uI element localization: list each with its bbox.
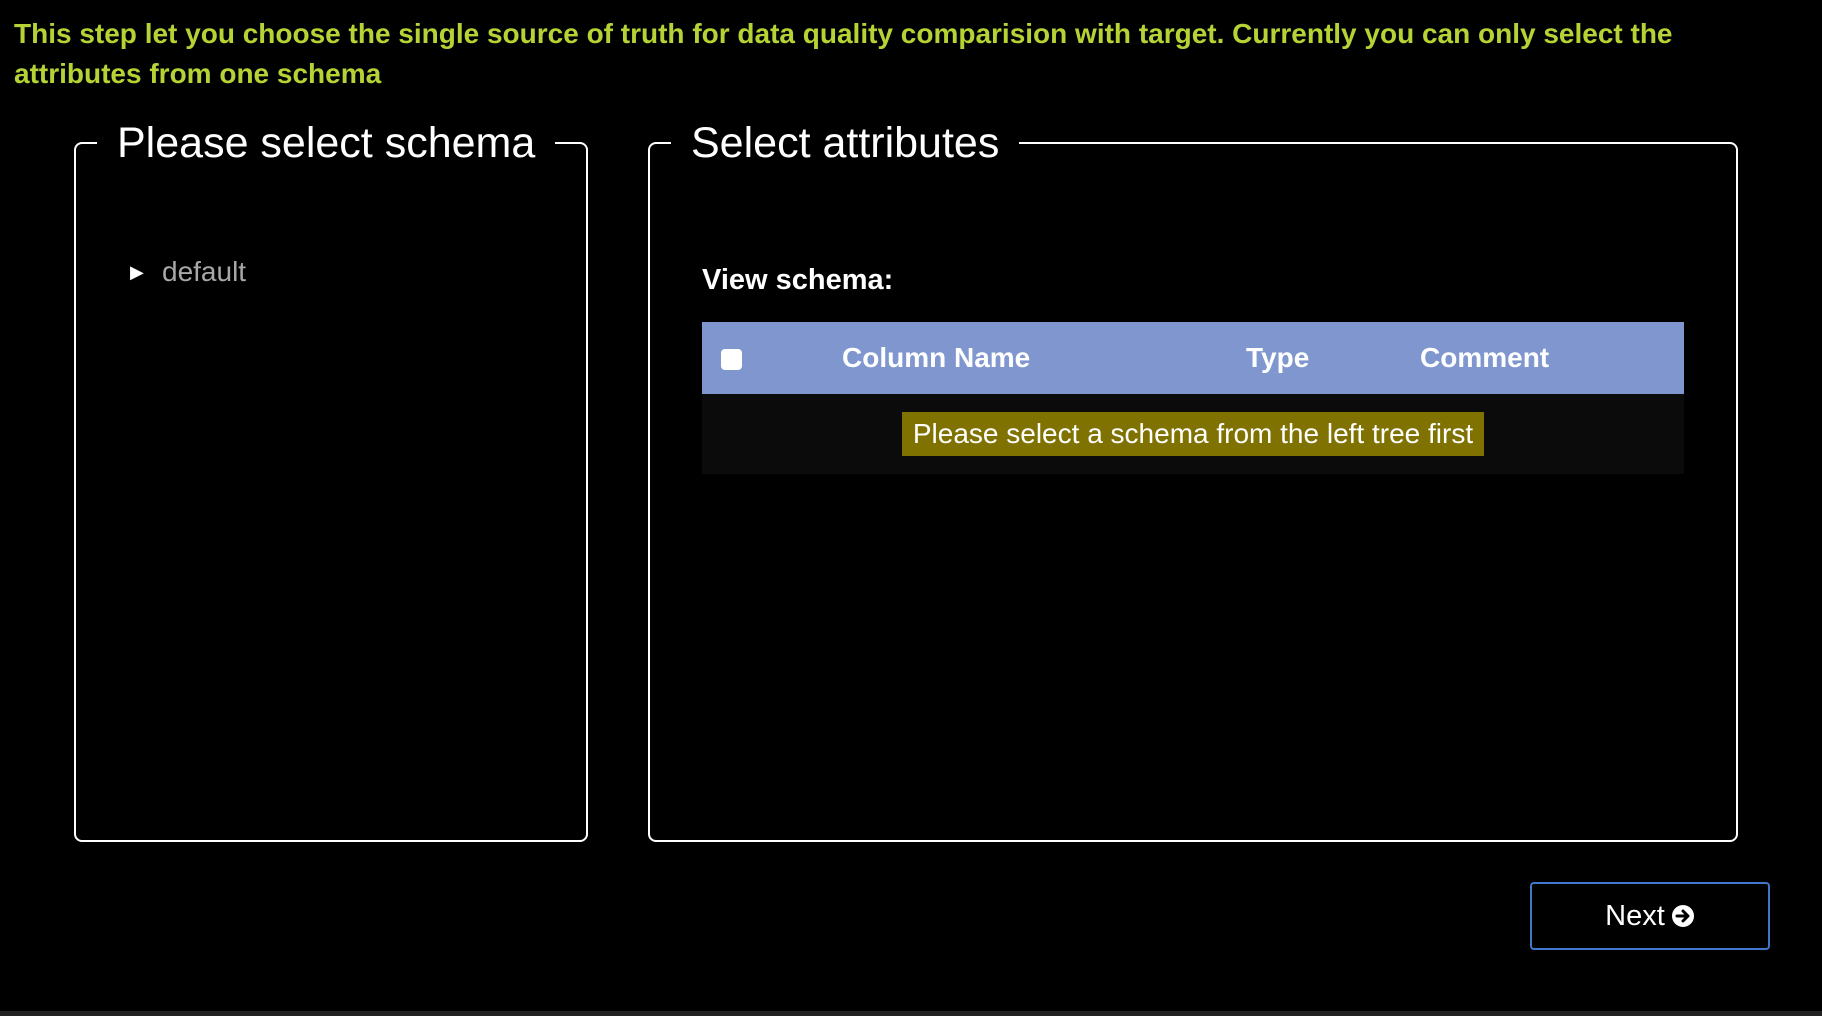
intro-text: This step let you choose the single sour… [14,18,1673,89]
view-schema-label: View schema: [702,264,894,296]
schema-table: Column Name Type Comment Please select a… [702,322,1684,474]
empty-table-message: Please select a schema from the left tre… [901,412,1485,456]
attributes-panel-title: Select attributes [691,119,1000,167]
schema-panel-title: Please select schema [117,119,536,167]
table-header-row: Column Name Type Comment [702,322,1684,394]
select-all-checkbox[interactable] [721,349,742,371]
column-header-type[interactable]: Type [1246,322,1420,394]
empty-cell: Please select a schema from the left tre… [702,394,1684,474]
schema-panel: Please select schema ▶ default [74,118,588,842]
next-button-label: Next [1605,899,1665,932]
column-header-name[interactable]: Column Name [842,322,1246,394]
tree-node-label[interactable]: default [162,256,246,288]
arrow-circle-right-icon [1671,905,1694,927]
tree-node-default[interactable]: ▶ default [130,256,246,288]
select-all-cell [702,322,842,394]
next-button[interactable]: Next [1530,882,1770,950]
caret-right-icon[interactable]: ▶ [130,262,162,283]
column-header-comment[interactable]: Comment [1420,322,1684,394]
table-empty-row: Please select a schema from the left tre… [702,394,1684,474]
page: This step let you choose the single sour… [0,0,1822,1016]
attributes-panel: Select attributes View schema: Column Na… [648,118,1738,842]
